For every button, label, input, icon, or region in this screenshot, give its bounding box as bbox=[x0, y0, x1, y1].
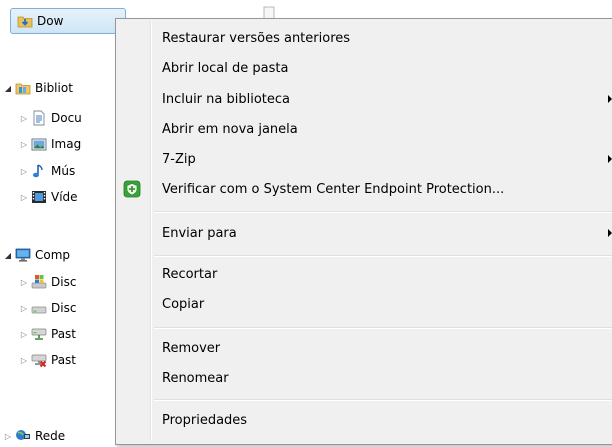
nav-item-computer[interactable]: ◢ Comp bbox=[3, 244, 70, 266]
nav-item-disk-system[interactable]: ▷ Disc bbox=[19, 271, 76, 293]
shield-icon bbox=[123, 180, 141, 198]
computer-icon bbox=[15, 247, 31, 263]
menu-item-open-new-window[interactable]: Abrir em nova janela bbox=[119, 116, 612, 142]
nav-item-label: Bibliot bbox=[35, 81, 73, 95]
menu-item-label: Abrir local de pasta bbox=[162, 60, 289, 76]
disconnected-drive-icon bbox=[31, 352, 47, 368]
menu-item-label: Incluir na biblioteca bbox=[162, 91, 291, 107]
menu-item-send-to[interactable]: Enviar para bbox=[119, 220, 612, 246]
collapsed-arrow-icon[interactable]: ▷ bbox=[19, 114, 29, 123]
menu-separator bbox=[154, 327, 612, 329]
menu-item-label: Abrir em nova janela bbox=[162, 121, 298, 137]
system-drive-icon bbox=[31, 274, 47, 290]
collapsed-arrow-icon[interactable]: ▷ bbox=[19, 278, 29, 287]
nav-item-label: Docu bbox=[51, 111, 82, 125]
menu-item-label: 7-Zip bbox=[162, 151, 196, 167]
collapsed-arrow-icon[interactable]: ▷ bbox=[19, 140, 29, 149]
nav-item-label: Disc bbox=[51, 275, 77, 289]
submenu-arrow-icon bbox=[608, 155, 612, 163]
nav-item-downloads[interactable]: Dow bbox=[10, 8, 126, 34]
videos-icon bbox=[31, 189, 47, 205]
menu-separator bbox=[154, 255, 612, 257]
menu-item-remove[interactable]: Remover bbox=[119, 335, 612, 361]
nav-item-network-share-1[interactable]: ▷ Past bbox=[19, 323, 76, 345]
menu-item-label: Verificar com o System Center Endpoint P… bbox=[162, 181, 505, 197]
documents-icon bbox=[31, 110, 47, 126]
images-icon bbox=[31, 136, 47, 152]
collapsed-arrow-icon[interactable]: ▷ bbox=[19, 304, 29, 313]
nav-item-libraries[interactable]: ◢ Bibliot bbox=[3, 77, 73, 99]
nav-item-network[interactable]: ▷ Rede bbox=[3, 425, 65, 447]
submenu-arrow-icon bbox=[608, 229, 612, 237]
expanded-arrow-icon[interactable]: ◢ bbox=[3, 251, 13, 260]
menu-item-7zip[interactable]: 7-Zip bbox=[119, 146, 612, 172]
menu-item-scan-endpoint-protection[interactable]: Verificar com o System Center Endpoint P… bbox=[119, 176, 612, 202]
nav-item-label: Comp bbox=[35, 248, 71, 262]
menu-item-copy[interactable]: Copiar bbox=[119, 291, 612, 317]
nav-item-disk-data[interactable]: ▷ Disc bbox=[19, 297, 77, 319]
nav-item-videos[interactable]: ▷ Víde bbox=[19, 186, 78, 208]
expanded-arrow-icon[interactable]: ◢ bbox=[3, 84, 13, 93]
menu-item-label: Restaurar versões anteriores bbox=[162, 30, 351, 46]
menu-item-label: Recortar bbox=[162, 266, 218, 282]
menu-item-label: Enviar para bbox=[162, 225, 237, 241]
music-icon bbox=[31, 163, 47, 179]
nav-item-label: Past bbox=[51, 327, 77, 341]
collapsed-arrow-icon[interactable]: ▷ bbox=[19, 193, 29, 202]
collapsed-arrow-icon[interactable]: ▷ bbox=[19, 356, 29, 365]
nav-item-label: Dow bbox=[37, 14, 64, 28]
menu-item-include-in-library[interactable]: Incluir na biblioteca bbox=[119, 86, 612, 112]
downloads-folder-icon bbox=[17, 13, 33, 29]
library-icon bbox=[15, 80, 31, 96]
nav-item-documents[interactable]: ▷ Docu bbox=[19, 107, 82, 129]
menu-item-open-folder-location[interactable]: Abrir local de pasta bbox=[119, 55, 612, 81]
nav-item-label: Mús bbox=[51, 164, 76, 178]
menu-separator bbox=[154, 399, 612, 401]
nav-item-label: Víde bbox=[51, 190, 78, 204]
nav-item-network-share-2[interactable]: ▷ Past bbox=[19, 349, 76, 371]
collapsed-arrow-icon[interactable]: ▷ bbox=[19, 167, 29, 176]
menu-item-cut[interactable]: Recortar bbox=[119, 261, 612, 287]
menu-item-restore-previous-versions[interactable]: Restaurar versões anteriores bbox=[119, 25, 612, 51]
submenu-arrow-icon bbox=[608, 95, 612, 103]
nav-item-images[interactable]: ▷ Imag bbox=[19, 133, 81, 155]
menu-separator bbox=[154, 211, 612, 213]
menu-item-label: Renomear bbox=[162, 370, 229, 386]
nav-item-label: Imag bbox=[51, 137, 82, 151]
context-menu: Restaurar versões anteriores Abrir local… bbox=[115, 18, 612, 445]
menu-item-rename[interactable]: Renomear bbox=[119, 365, 612, 391]
menu-item-properties[interactable]: Propriedades bbox=[119, 407, 612, 433]
menu-item-label: Remover bbox=[162, 340, 221, 356]
nav-item-label: Past bbox=[51, 353, 77, 367]
nav-item-music[interactable]: ▷ Mús bbox=[19, 160, 75, 182]
network-icon bbox=[15, 428, 31, 444]
nav-item-label: Rede bbox=[35, 429, 66, 443]
nav-item-label: Disc bbox=[51, 301, 77, 315]
hard-drive-icon bbox=[31, 300, 47, 316]
collapsed-arrow-icon[interactable]: ▷ bbox=[19, 330, 29, 339]
collapsed-arrow-icon[interactable]: ▷ bbox=[3, 432, 13, 441]
menu-item-label: Copiar bbox=[162, 296, 205, 312]
menu-item-label: Propriedades bbox=[162, 412, 248, 428]
network-drive-icon bbox=[31, 326, 47, 342]
